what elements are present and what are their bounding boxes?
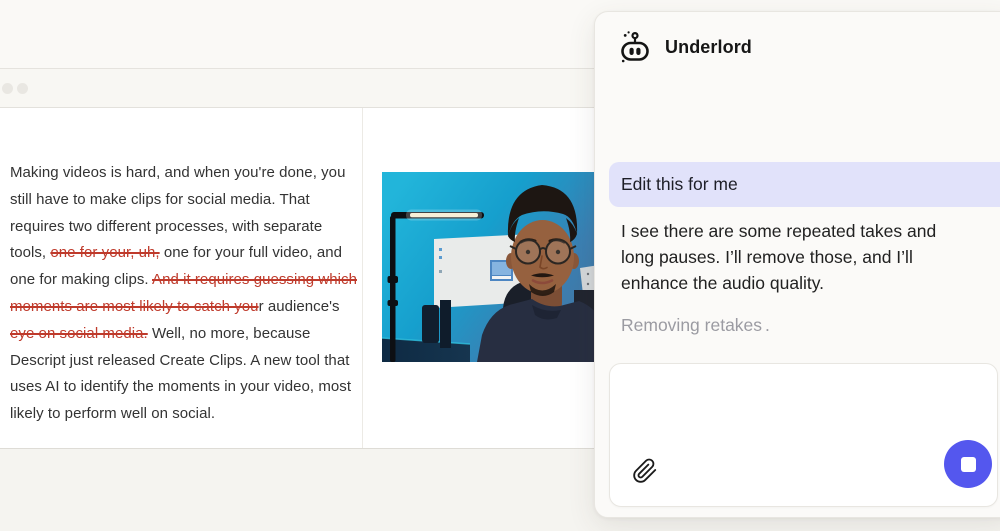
deleted-transcript-text[interactable]: one for your, uh, — [50, 244, 159, 261]
transcript-paragraph[interactable]: Making videos is hard, and when you're d… — [10, 160, 359, 428]
panel-title: Underlord — [665, 37, 752, 58]
script-pane: Making videos is hard, and when you're d… — [0, 108, 363, 448]
avatar-placeholder-icon — [17, 83, 28, 94]
stop-icon — [961, 457, 976, 472]
robot-icon — [618, 30, 652, 64]
chat-composer — [609, 363, 998, 507]
user-message-text: Edit this for me — [621, 174, 738, 194]
chat-input[interactable] — [622, 374, 985, 452]
stop-generation-button[interactable] — [944, 440, 992, 488]
video-thumbnail[interactable] — [382, 172, 612, 362]
underlord-panel: Underlord Edit this for me I see there a… — [594, 11, 1000, 518]
avatar-placeholder-icon — [2, 83, 13, 94]
user-message-bubble: Edit this for me — [609, 162, 1000, 207]
attach-file-button[interactable] — [631, 457, 659, 485]
deleted-transcript-text[interactable]: eye on social media. — [10, 325, 148, 342]
status-text: Removing retakes — [621, 315, 762, 335]
status-progress-dots: . — [765, 315, 770, 335]
underlord-header: Underlord — [618, 30, 752, 64]
assistant-message: I see there are some repeated takes and … — [621, 218, 945, 296]
paperclip-icon — [632, 458, 658, 484]
status-line: Removing retakes. — [621, 315, 770, 336]
transcript-text[interactable]: r audience's — [259, 298, 340, 315]
